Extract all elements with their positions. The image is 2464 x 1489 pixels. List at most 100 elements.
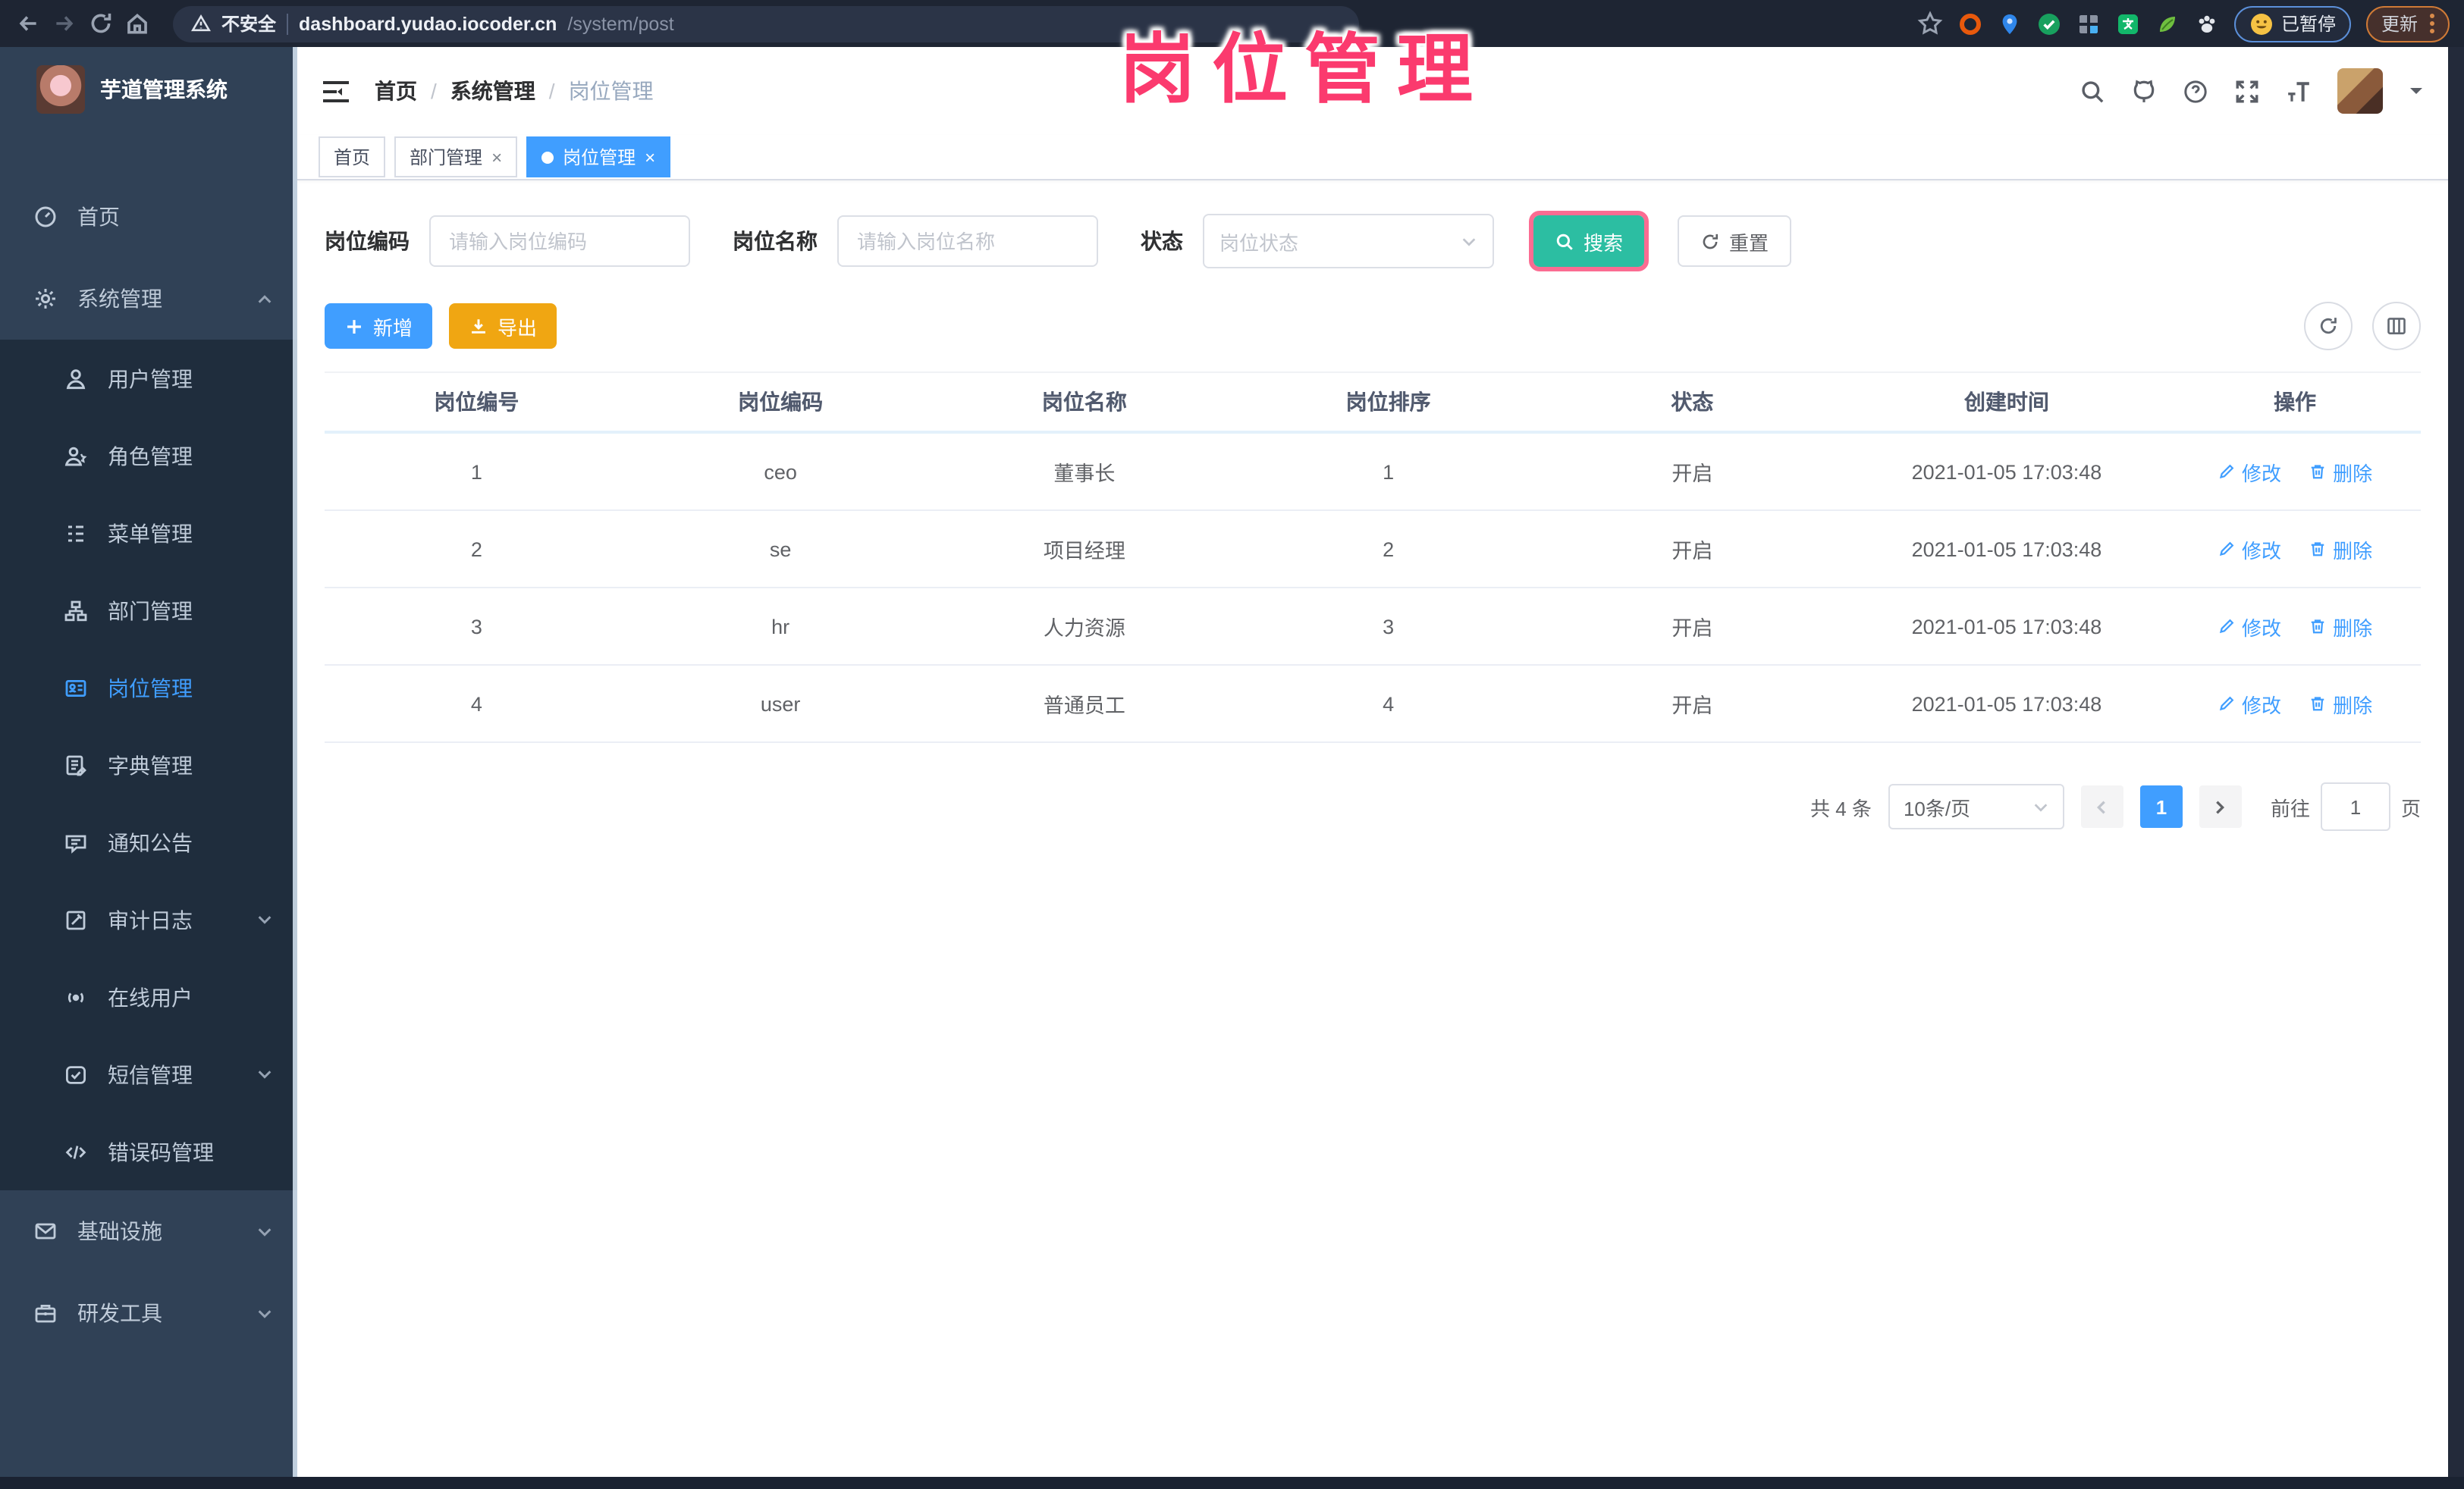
- search-icon[interactable]: [2079, 78, 2105, 104]
- column-settings-button[interactable]: [2372, 302, 2421, 350]
- chevron-down-icon: [2034, 803, 2048, 811]
- page-unit-label: 页: [2400, 797, 2421, 820]
- reset-button[interactable]: 重置: [1678, 215, 1792, 267]
- col-header-post-code[interactable]: 岗位编码: [628, 371, 933, 434]
- post-code-input[interactable]: [429, 215, 690, 267]
- collapse-sidebar-icon[interactable]: [322, 78, 350, 104]
- home-nav-icon[interactable]: [124, 11, 150, 36]
- extension-pin-icon[interactable]: [1998, 11, 2022, 36]
- bookmark-star-icon[interactable]: [1917, 11, 1943, 36]
- filter-form: 岗位编码 岗位名称 状态 岗位状态 搜索 重置: [325, 211, 2421, 271]
- sidebar-item-notice[interactable]: 通知公告: [0, 804, 297, 881]
- col-header-post-id[interactable]: 岗位编号: [325, 371, 629, 434]
- add-button[interactable]: 新增: [325, 303, 433, 349]
- security-label[interactable]: 不安全: [221, 11, 276, 36]
- col-header-post-name[interactable]: 岗位名称: [932, 371, 1237, 434]
- update-label: 更新: [2381, 14, 2418, 35]
- sidebar-item-dict-mgmt[interactable]: 字典管理: [0, 726, 297, 804]
- extension-check-icon[interactable]: [2037, 11, 2061, 36]
- col-header-status[interactable]: 状态: [1540, 371, 1844, 434]
- cell-created: 2021-01-05 17:03:48: [1844, 588, 2170, 666]
- breadcrumb-home[interactable]: 首页: [375, 76, 417, 106]
- pagination: 共 4 条 10条/页 1 前往 页: [325, 782, 2421, 831]
- edit-link[interactable]: 修改: [2218, 612, 2281, 641]
- sidebar-item-user-mgmt[interactable]: 用户管理: [0, 340, 297, 417]
- sidebar-item-dept-mgmt[interactable]: 部门管理: [0, 572, 297, 649]
- font-size-icon[interactable]: [2286, 78, 2312, 104]
- sidebar-item-label: 错误码管理: [108, 1139, 214, 1164]
- sidebar-item-errcode-mgmt[interactable]: 错误码管理: [0, 1113, 297, 1190]
- col-header-post-sort[interactable]: 岗位排序: [1236, 371, 1540, 434]
- table-header-row: 岗位编号 岗位编码 岗位名称 岗位排序 状态 创建时间 操作: [325, 371, 2421, 434]
- edit-link[interactable]: 修改: [2218, 534, 2281, 563]
- cell-actions: 修改 删除: [2169, 510, 2421, 588]
- sidebar-item-sms-mgmt[interactable]: 短信管理: [0, 1036, 297, 1113]
- delete-link[interactable]: 删除: [2309, 612, 2372, 641]
- chevron-up-icon: [258, 294, 272, 303]
- github-icon[interactable]: [2131, 78, 2157, 104]
- breadcrumb: 首页 / 系统管理 / 岗位管理: [375, 76, 654, 106]
- tab-label: 首页: [334, 147, 371, 168]
- back-icon[interactable]: [15, 11, 41, 36]
- extension-orange-icon[interactable]: [1958, 11, 1982, 36]
- sidebar-item-menu-mgmt[interactable]: 菜单管理: [0, 494, 297, 572]
- goto-page-input[interactable]: [2320, 782, 2390, 831]
- close-icon[interactable]: ×: [645, 148, 655, 166]
- chrome-menu-icon[interactable]: [2430, 14, 2434, 33]
- sidebar-item-audit-log[interactable]: 审计日志: [0, 881, 297, 958]
- edit-link[interactable]: 修改: [2218, 457, 2281, 486]
- fullscreen-icon[interactable]: [2234, 78, 2260, 104]
- extension-translate-icon[interactable]: [2116, 11, 2140, 36]
- sidebar-item-devtools[interactable]: 研发工具: [0, 1272, 297, 1354]
- app-logo-row[interactable]: 芋道管理系统: [0, 47, 297, 132]
- cell-post-code: user: [628, 665, 933, 743]
- url-host[interactable]: dashboard.yudao.iocoder.cn: [299, 13, 557, 34]
- page-size-select[interactable]: 10条/页: [1888, 784, 2064, 829]
- prev-page-button[interactable]: [2080, 785, 2123, 828]
- next-page-button[interactable]: [2199, 785, 2242, 828]
- breadcrumb-system[interactable]: 系统管理: [450, 76, 535, 106]
- sidebar-item-post-mgmt[interactable]: 岗位管理: [0, 649, 297, 726]
- close-icon[interactable]: ×: [491, 148, 502, 166]
- post-name-input[interactable]: [837, 215, 1098, 267]
- profile-paused-badge[interactable]: 已暂停: [2233, 5, 2351, 42]
- current-page-button[interactable]: 1: [2139, 785, 2183, 828]
- window-bottom-edge: [0, 1477, 2464, 1489]
- extension-paw-icon[interactable]: [2195, 11, 2219, 36]
- status-select[interactable]: 岗位状态: [1203, 214, 1494, 268]
- delete-link[interactable]: 删除: [2309, 534, 2372, 563]
- forward-icon[interactable]: [52, 11, 77, 36]
- help-icon[interactable]: [2183, 78, 2208, 104]
- search-button[interactable]: 搜索: [1528, 211, 1649, 271]
- extension-leaf-icon[interactable]: [2155, 11, 2180, 36]
- emoji-face-icon: [2250, 13, 2272, 34]
- sidebar-item-home[interactable]: 首页: [0, 176, 297, 258]
- warning-icon: [191, 14, 211, 32]
- paused-label: 已暂停: [2280, 14, 2336, 35]
- edit-link[interactable]: 修改: [2218, 689, 2281, 718]
- cell-post-name: 项目经理: [932, 510, 1237, 588]
- sidebar-item-online-users[interactable]: 在线用户: [0, 958, 297, 1036]
- tab-home[interactable]: 首页: [319, 136, 386, 177]
- reload-icon[interactable]: [88, 11, 114, 36]
- sidebar-item-role-mgmt[interactable]: 角色管理: [0, 417, 297, 494]
- delete-link[interactable]: 删除: [2309, 689, 2372, 718]
- browser-update-button[interactable]: 更新: [2365, 5, 2450, 42]
- avatar[interactable]: [2337, 68, 2383, 114]
- sidebar-item-label: 字典管理: [108, 753, 193, 777]
- user-icon: [66, 368, 86, 389]
- sidebar-item-system[interactable]: 系统管理: [0, 258, 297, 340]
- export-button[interactable]: 导出: [449, 303, 557, 349]
- tab-post[interactable]: 岗位管理 ×: [526, 136, 671, 177]
- extension-grid-icon[interactable]: [2076, 11, 2101, 36]
- caret-down-icon[interactable]: [2409, 83, 2424, 99]
- cell-actions: 修改 删除: [2169, 432, 2421, 511]
- chevron-down-icon: [258, 1227, 272, 1236]
- sidebar-item-label: 首页: [77, 205, 120, 229]
- delete-link[interactable]: 删除: [2309, 457, 2372, 486]
- sidebar-item-infrastructure[interactable]: 基础设施: [0, 1190, 297, 1272]
- refresh-table-button[interactable]: [2304, 302, 2353, 350]
- col-header-created[interactable]: 创建时间: [1844, 371, 2170, 434]
- browser-scrollbar[interactable]: [2448, 47, 2464, 1477]
- tab-dept[interactable]: 部门管理 ×: [394, 136, 518, 177]
